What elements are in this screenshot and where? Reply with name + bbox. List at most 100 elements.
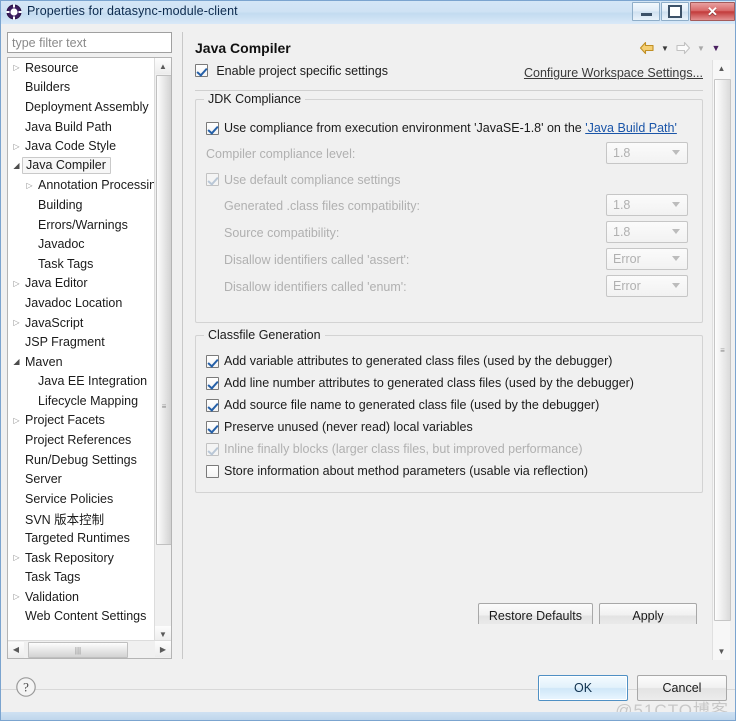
close-button[interactable]: ✕	[690, 2, 735, 21]
jdk-compliance-group: JDK Compliance Use compliance from execu…	[195, 92, 703, 323]
sidebar-item-javadoc-location[interactable]: ·Javadoc Location	[8, 293, 156, 313]
tree-collapsed-icon[interactable]: ▷	[10, 140, 23, 153]
content-scroll-up-icon[interactable]: ▲	[713, 60, 730, 77]
classfile-option-checkbox-5[interactable]	[206, 464, 219, 478]
tree-scroll-right-icon[interactable]: ▶	[155, 641, 171, 657]
sidebar-item-java-compiler[interactable]: ◢ Java Compiler	[8, 156, 156, 176]
generated-class-compat-combo[interactable]: 1.8	[606, 194, 688, 216]
help-question-icon[interactable]: ?	[15, 676, 37, 698]
tree-collapsed-icon[interactable]: ▷	[23, 179, 36, 192]
sidebar-item-errors-warnings[interactable]: ·Errors/Warnings	[8, 215, 156, 235]
classfile-option-checkbox-4[interactable]	[206, 442, 219, 456]
sidebar-item-maven[interactable]: ◢ Maven	[8, 352, 156, 372]
tree-vertical-scrollbar[interactable]: ▲ ≡ ▼	[154, 58, 171, 642]
ok-button[interactable]: OK	[538, 675, 628, 701]
sidebar-item-project-facets[interactable]: ▷ Project Facets	[8, 411, 156, 431]
classfile-option-checkbox-2[interactable]	[206, 398, 219, 412]
cancel-button[interactable]: Cancel	[637, 675, 727, 701]
tree-expanded-icon[interactable]: ◢	[10, 355, 23, 368]
content-vscroll-thumb[interactable]: ≡	[714, 79, 731, 621]
minimize-button[interactable]	[632, 2, 660, 21]
chevron-down-icon	[672, 150, 680, 155]
chevron-down-icon	[672, 202, 680, 207]
sidebar-item-java-ee-integration[interactable]: ·Java EE Integration	[8, 372, 156, 392]
sidebar-item-java-build-path[interactable]: ·Java Build Path	[8, 117, 156, 137]
classfile-option-row: Store information about method parameter…	[206, 460, 692, 482]
sidebar-item-resource[interactable]: ▷ Resource	[8, 58, 156, 78]
sidebar-item-builders[interactable]: ·Builders	[8, 78, 156, 98]
filter-input[interactable]	[7, 32, 172, 53]
tree-collapsed-icon[interactable]: ▷	[10, 590, 23, 603]
settings-form: Enable project specific settings Configu…	[195, 64, 703, 624]
tree-vscroll-thumb[interactable]: ≡	[156, 75, 171, 545]
sidebar-item-label: Java Editor	[25, 276, 88, 291]
content-scroll-down-icon[interactable]: ▼	[713, 643, 730, 660]
sidebar-item-server[interactable]: ·Server	[8, 469, 156, 489]
sidebar-item-java-editor[interactable]: ▷ Java Editor	[8, 274, 156, 294]
tree-collapsed-icon[interactable]: ▷	[10, 61, 23, 74]
configure-workspace-settings-link[interactable]: Configure Workspace Settings...	[524, 66, 703, 80]
use-default-compliance-checkbox[interactable]	[206, 173, 219, 186]
java-build-path-link[interactable]: 'Java Build Path'	[585, 121, 677, 135]
sidebar-item-java-code-style[interactable]: ▷ Java Code Style	[8, 136, 156, 156]
classfile-option-label: Inline finally blocks (larger class file…	[224, 442, 583, 456]
sidebar-item-project-references[interactable]: ·Project References	[8, 430, 156, 450]
classfile-option-label: Store information about method parameter…	[224, 464, 589, 478]
sidebar-item-label: SVN 版本控制	[25, 512, 105, 527]
disallow-assert-row: Disallow identifiers called 'assert': Er…	[206, 246, 692, 273]
sidebar-item-building[interactable]: ·Building	[8, 195, 156, 215]
restore-defaults-button[interactable]: Restore Defaults	[477, 603, 593, 624]
tree-collapsed-icon[interactable]: ▷	[10, 551, 23, 564]
use-execution-env-checkbox[interactable]	[206, 121, 219, 135]
classfile-option-row: Add variable attributes to generated cla…	[206, 350, 692, 372]
sidebar-item-run-debug-settings[interactable]: ·Run/Debug Settings	[8, 450, 156, 470]
maximize-button[interactable]	[661, 2, 689, 21]
sidebar-item-task-repository[interactable]: ▷ Task Repository	[8, 548, 156, 568]
disallow-enum-combo[interactable]: Error	[606, 275, 688, 297]
classfile-option-checkbox-3[interactable]	[206, 420, 219, 434]
sidebar-item-label: JSP Fragment	[25, 335, 105, 350]
tree-spacer-icon: ·	[23, 394, 36, 407]
enable-project-specific-checkbox[interactable]	[195, 64, 208, 77]
tree-spacer-icon: ·	[23, 198, 36, 211]
back-arrow-icon[interactable]	[638, 39, 656, 57]
sidebar-item-task-tags[interactable]: ·Task Tags	[8, 567, 156, 587]
sidebar-item-annotation-processing[interactable]: ▷ Annotation Processing	[8, 176, 156, 196]
tree-collapsed-icon[interactable]: ▷	[10, 316, 23, 329]
sidebar-item-validation[interactable]: ▷ Validation	[8, 587, 156, 607]
source-compat-combo[interactable]: 1.8	[606, 221, 688, 243]
tree-collapsed-icon[interactable]: ▷	[10, 277, 23, 290]
tree-collapsed-icon[interactable]: ▷	[10, 414, 23, 427]
classfile-option-row: Add source file name to generated class …	[206, 394, 692, 416]
sidebar-item-web-content-settings[interactable]: ·Web Content Settings	[8, 607, 156, 627]
close-icon: ✕	[707, 4, 718, 19]
tree-spacer-icon: ·	[10, 100, 23, 113]
compiler-compliance-level-combo[interactable]: 1.8	[606, 142, 688, 164]
back-menu-chevron-down-icon[interactable]: ▼	[659, 39, 671, 57]
content-vertical-scrollbar[interactable]: ▲ ≡ ▼	[712, 60, 731, 660]
apply-button[interactable]: Apply	[599, 603, 697, 624]
sidebar-item-svn[interactable]: ·SVN 版本控制	[8, 509, 156, 529]
sidebar-item-service-policies[interactable]: ·Service Policies	[8, 489, 156, 509]
disallow-assert-combo[interactable]: Error	[606, 248, 688, 270]
sidebar-item-javadoc[interactable]: ·Javadoc	[8, 234, 156, 254]
sidebar-item-label: JavaScript	[25, 315, 84, 330]
use-execution-env-row: Use compliance from execution environmen…	[206, 116, 692, 140]
tree-hscroll-thumb[interactable]: |||	[28, 642, 128, 658]
tree-scroll-up-icon[interactable]: ▲	[155, 58, 171, 74]
sidebar-item-label: Java Compiler	[22, 157, 111, 175]
enable-project-specific-label: Enable project specific settings	[216, 64, 388, 78]
tree-scroll-left-icon[interactable]: ◀	[8, 641, 24, 658]
classfile-option-checkbox-1[interactable]	[206, 376, 219, 390]
sidebar-item-targeted-runtimes[interactable]: ·Targeted Runtimes	[8, 528, 156, 548]
sidebar-item-jsp-fragment[interactable]: ·JSP Fragment	[8, 332, 156, 352]
sidebar-item-lifecycle-mapping[interactable]: ·Lifecycle Mapping	[8, 391, 156, 411]
view-menu-chevron-down-icon[interactable]: ▼	[710, 39, 722, 57]
use-execution-env-label: Use compliance from execution environmen…	[224, 121, 586, 135]
tree-horizontal-scrollbar[interactable]: ◀ ||| ▶	[8, 640, 171, 658]
settings-tree[interactable]: ▷Resource·Builders·Deployment Assembly·J…	[8, 58, 156, 642]
sidebar-item-deployment-assembly[interactable]: ·Deployment Assembly	[8, 97, 156, 117]
sidebar-item-javascript[interactable]: ▷ JavaScript	[8, 313, 156, 333]
sidebar-item-task-tags[interactable]: ·Task Tags	[8, 254, 156, 274]
classfile-option-checkbox-0[interactable]	[206, 354, 219, 368]
